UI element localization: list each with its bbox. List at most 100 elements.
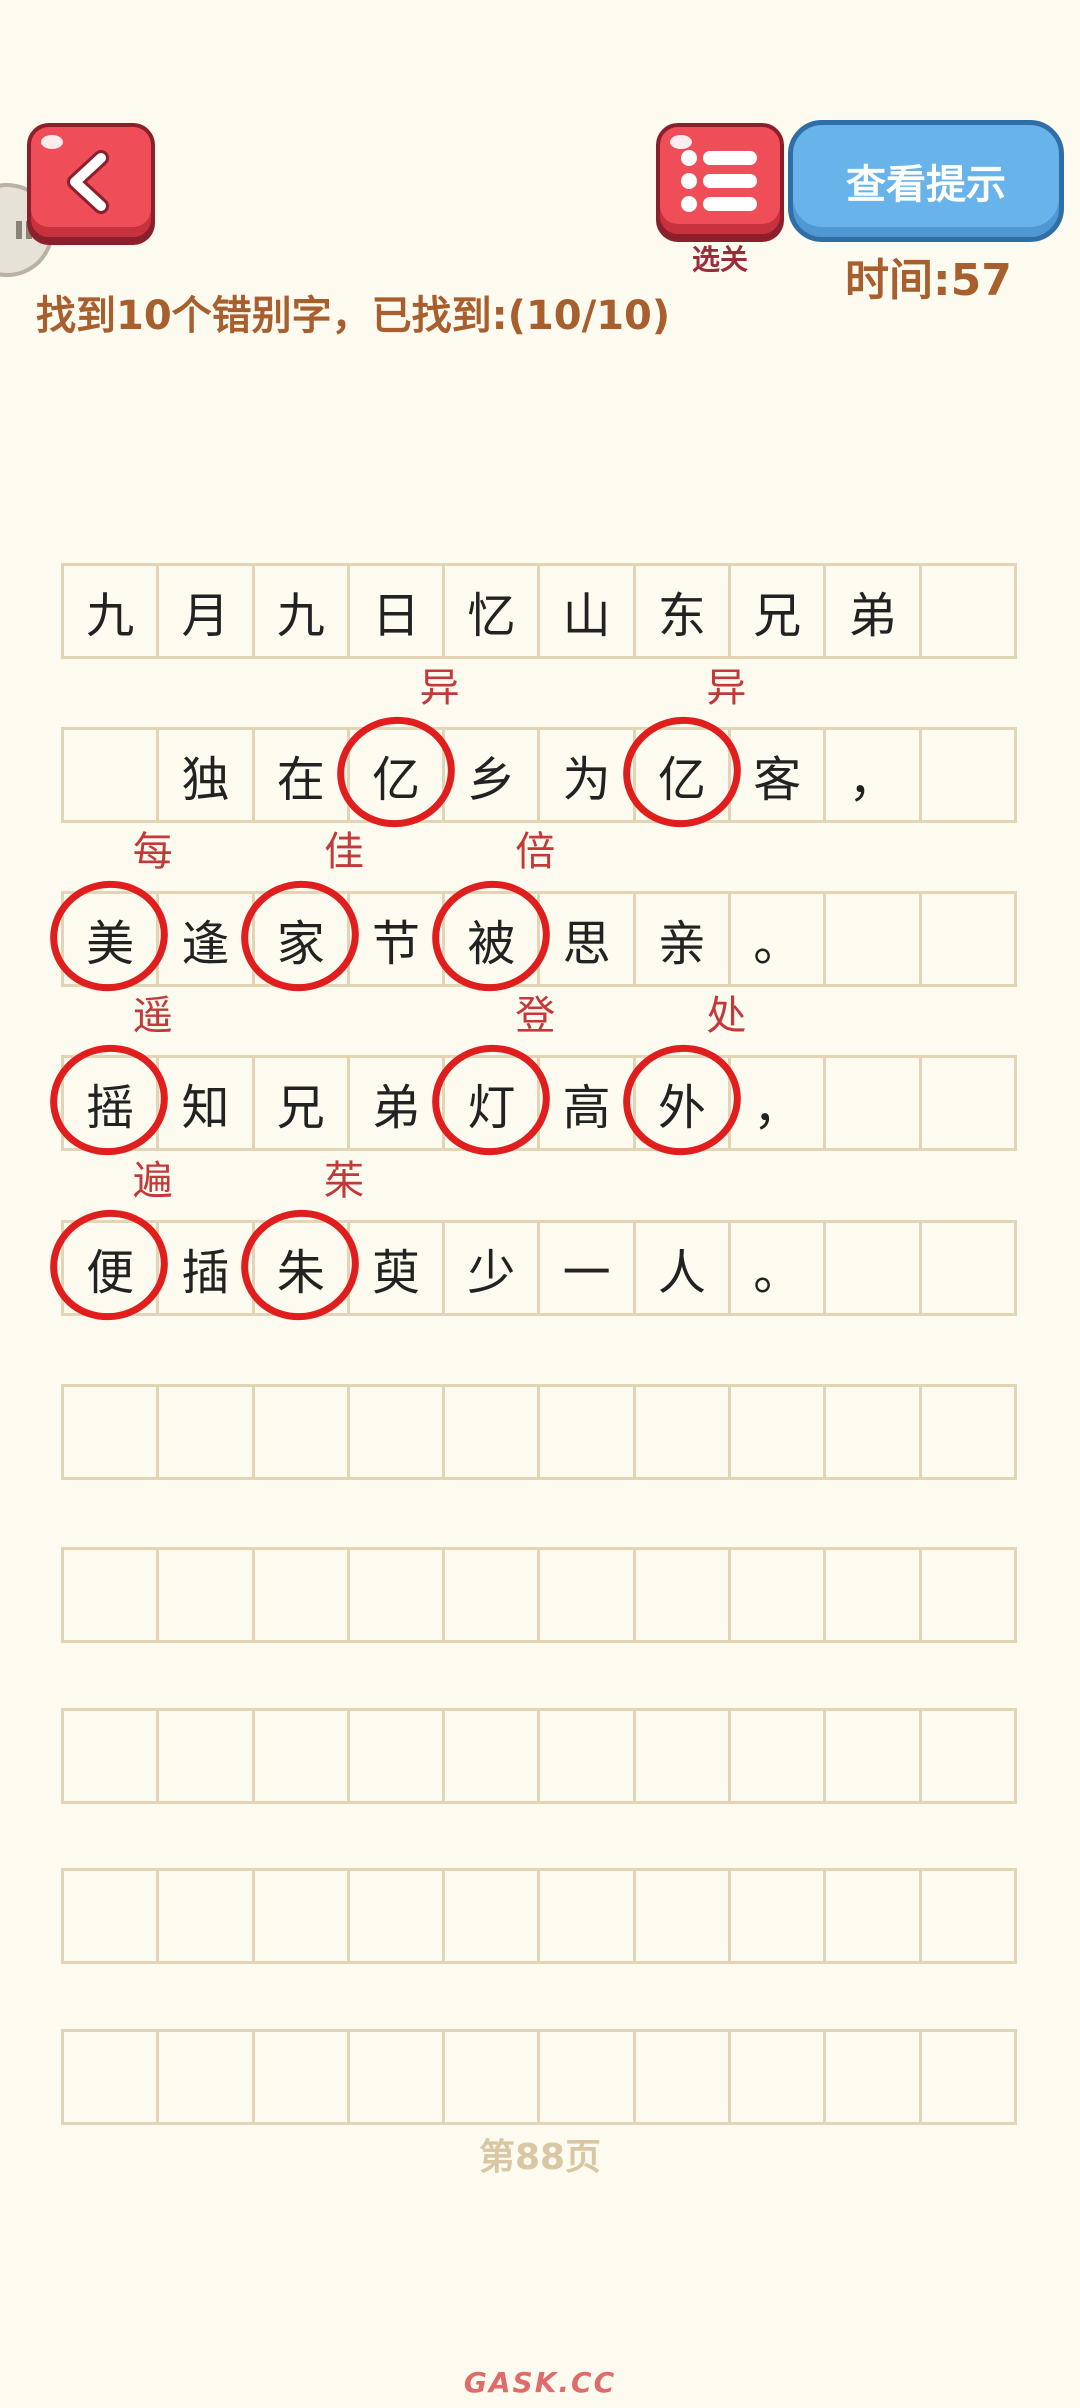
grid-cell[interactable] <box>255 1871 350 1961</box>
grid-cell[interactable] <box>540 1711 636 1801</box>
grid-cell[interactable] <box>255 1387 350 1477</box>
grid-cell[interactable]: 一 <box>540 1223 636 1313</box>
grid-cell[interactable] <box>636 1871 732 1961</box>
grid-cell[interactable]: 月 <box>159 566 255 656</box>
grid-cell[interactable] <box>826 894 922 984</box>
grid-cell[interactable]: 萸 <box>350 1223 446 1313</box>
grid-cell[interactable]: 日 <box>350 566 446 656</box>
level-select-label: 选关 <box>691 243 748 276</box>
grid-cell[interactable] <box>826 1871 922 1961</box>
view-hint-button[interactable]: 查看提示 <box>788 120 1064 242</box>
grid-cell[interactable] <box>540 1871 636 1961</box>
grid-cell[interactable]: ， <box>731 1058 827 1148</box>
correction-text: 茱 <box>324 1158 364 1204</box>
grid-cell[interactable]: 高 <box>540 1058 636 1148</box>
grid-cell[interactable] <box>445 1387 541 1477</box>
grid-cell[interactable] <box>731 2032 827 2122</box>
grid-cell[interactable]: 在 <box>255 730 350 820</box>
grid-cell[interactable] <box>159 2032 255 2122</box>
grid-cell[interactable] <box>159 1711 255 1801</box>
grid-cell[interactable] <box>350 1550 446 1640</box>
grid-cell[interactable] <box>540 2032 636 2122</box>
grid-cell[interactable] <box>255 1550 350 1640</box>
grid-cell[interactable]: 知 <box>159 1058 255 1148</box>
grid-row: 独在亿乡为亿客， <box>61 727 1017 823</box>
grid-cell[interactable] <box>731 1550 827 1640</box>
grid-cell[interactable] <box>922 730 1014 820</box>
chevron-left-icon <box>67 150 109 214</box>
grid-cell[interactable] <box>64 730 160 820</box>
grid-cell[interactable]: 客 <box>731 730 827 820</box>
grid-cell[interactable]: 思 <box>540 894 636 984</box>
grid-cell[interactable] <box>636 2032 732 2122</box>
grid-cell[interactable] <box>350 1711 446 1801</box>
grid-cell[interactable] <box>922 2032 1014 2122</box>
grid-cell[interactable] <box>255 2032 350 2122</box>
grid-cell[interactable]: 弟 <box>350 1058 446 1148</box>
correction-text: 异 <box>706 665 747 711</box>
grid-cell[interactable] <box>826 1058 922 1148</box>
grid-cell[interactable] <box>922 1387 1014 1477</box>
grid-cell[interactable] <box>826 1387 922 1477</box>
grid-cell[interactable]: 九 <box>255 566 350 656</box>
back-button[interactable] <box>27 123 155 241</box>
grid-cell[interactable]: 为 <box>540 730 636 820</box>
grid-cell[interactable]: 亲 <box>636 894 732 984</box>
grid-cell[interactable] <box>731 1387 827 1477</box>
grid-cell[interactable] <box>922 1058 1014 1148</box>
grid-cell[interactable] <box>731 1871 827 1961</box>
grid-cell[interactable] <box>540 1387 636 1477</box>
grid-cell[interactable]: 弟 <box>826 566 922 656</box>
grid-cell[interactable] <box>350 1871 446 1961</box>
grid-cell[interactable] <box>731 1711 827 1801</box>
grid-cell[interactable]: ， <box>826 730 922 820</box>
grid-cell[interactable]: 兄 <box>255 1058 350 1148</box>
correction-text: 处 <box>706 993 747 1039</box>
grid-cell[interactable] <box>159 1550 255 1640</box>
grid-cell[interactable]: 少 <box>445 1223 541 1313</box>
grid-cell[interactable] <box>922 566 1014 656</box>
grid-cell[interactable] <box>64 1711 160 1801</box>
grid-cell[interactable] <box>922 1871 1014 1961</box>
grid-cell[interactable] <box>159 1387 255 1477</box>
grid-cell[interactable]: 兄 <box>731 566 827 656</box>
correction-text: 异 <box>419 665 460 711</box>
grid-row <box>61 1868 1017 1964</box>
grid-cell[interactable]: 人 <box>636 1223 732 1313</box>
grid-cell[interactable] <box>255 1711 350 1801</box>
level-select-button[interactable] <box>656 123 784 238</box>
grid-cell[interactable] <box>445 1550 541 1640</box>
grid-cell[interactable] <box>636 1387 732 1477</box>
grid-cell[interactable]: 。 <box>731 1223 827 1313</box>
grid-cell[interactable] <box>445 1871 541 1961</box>
grid-cell[interactable] <box>922 894 1014 984</box>
grid-cell[interactable] <box>636 1711 732 1801</box>
grid-cell[interactable] <box>445 2032 541 2122</box>
grid-cell[interactable] <box>540 1550 636 1640</box>
grid-cell[interactable]: 独 <box>159 730 255 820</box>
grid-cell[interactable]: 节 <box>350 894 446 984</box>
grid-cell[interactable] <box>922 1550 1014 1640</box>
grid-cell[interactable] <box>636 1550 732 1640</box>
grid-row: 九月九日忆山东兄弟 <box>61 563 1017 659</box>
grid-cell[interactable] <box>445 1711 541 1801</box>
grid-cell[interactable] <box>826 1223 922 1313</box>
grid-cell[interactable] <box>826 1711 922 1801</box>
grid-cell[interactable]: 乡 <box>445 730 541 820</box>
grid-cell[interactable] <box>64 1387 160 1477</box>
grid-cell[interactable] <box>64 1550 160 1640</box>
grid-cell[interactable]: 山 <box>540 566 636 656</box>
grid-cell[interactable] <box>826 2032 922 2122</box>
grid-cell[interactable]: 九 <box>64 566 160 656</box>
grid-cell[interactable] <box>64 2032 160 2122</box>
grid-cell[interactable]: 忆 <box>445 566 541 656</box>
grid-cell[interactable] <box>64 1871 160 1961</box>
grid-cell[interactable]: 东 <box>636 566 732 656</box>
grid-cell[interactable] <box>350 1387 446 1477</box>
grid-cell[interactable] <box>350 2032 446 2122</box>
grid-cell[interactable] <box>922 1711 1014 1801</box>
grid-cell[interactable]: 。 <box>731 894 827 984</box>
grid-cell[interactable] <box>159 1871 255 1961</box>
grid-cell[interactable] <box>922 1223 1014 1313</box>
grid-cell[interactable] <box>826 1550 922 1640</box>
